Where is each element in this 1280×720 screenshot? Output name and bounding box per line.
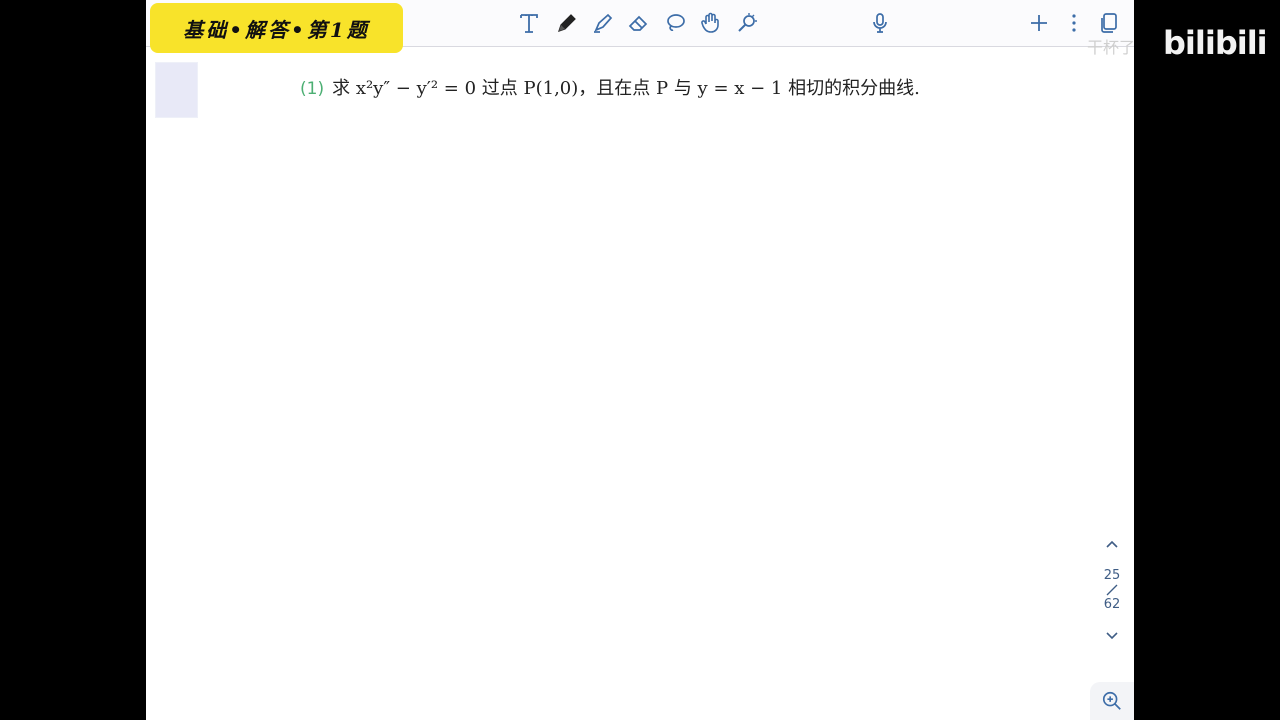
text-tool-icon[interactable] xyxy=(514,8,544,38)
notebook-page: 基础•解答•第1题 (1) 求 x²y″ − y′² = 0 过点 P(1,0)，… xyxy=(146,0,1134,720)
highlighter-tool-icon[interactable] xyxy=(588,8,618,38)
problem-statement: (1) 求 x²y″ − y′² = 0 过点 P(1,0)，且在点 P 与 y … xyxy=(300,74,920,100)
page-navigator: 25 62 xyxy=(1097,536,1127,650)
pen-tool-icon[interactable] xyxy=(552,8,582,38)
add-icon[interactable] xyxy=(1024,8,1054,38)
problem-number: (1) xyxy=(300,79,325,99)
zoom-button[interactable] xyxy=(1090,682,1134,720)
more-options-icon[interactable] xyxy=(1059,8,1089,38)
page-thumbnail[interactable] xyxy=(155,62,198,118)
eraser-tool-icon[interactable] xyxy=(624,8,654,38)
hand-tool-icon[interactable] xyxy=(696,8,726,38)
page-separator-icon xyxy=(1106,584,1118,596)
problem-badge: 基础•解答•第1题 xyxy=(150,3,403,53)
page-up-icon[interactable] xyxy=(1103,536,1121,554)
page-down-icon[interactable] xyxy=(1103,626,1121,644)
microphone-icon[interactable] xyxy=(865,8,895,38)
laser-pointer-icon[interactable] xyxy=(732,8,762,38)
bilibili-logo: bilibili xyxy=(1163,24,1268,62)
total-pages: 62 xyxy=(1103,597,1121,612)
current-page: 25 xyxy=(1103,568,1121,583)
lasso-tool-icon[interactable] xyxy=(660,8,690,38)
watermark-text: 干杯了 xyxy=(1087,38,1136,57)
problem-text: 求 x²y″ − y′² = 0 过点 P(1,0)，且在点 P 与 y = x… xyxy=(332,78,920,99)
zoom-in-icon xyxy=(1102,691,1121,710)
